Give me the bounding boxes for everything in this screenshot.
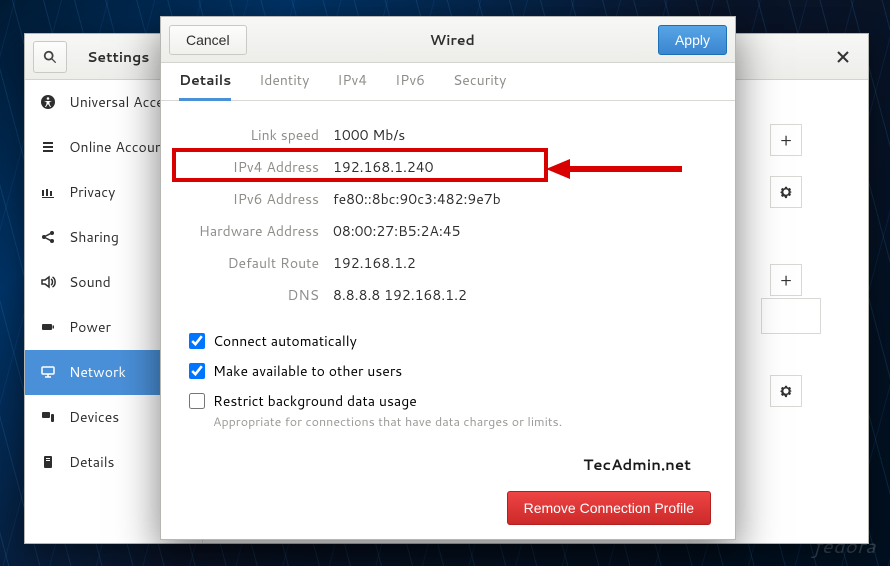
- speaker-icon: [39, 273, 57, 291]
- sidebar-item-label: Network: [69, 362, 126, 382]
- close-button[interactable]: [824, 38, 862, 76]
- checkbox-input[interactable]: [189, 333, 205, 349]
- detail-row-link-speed: Link speed 1000 Mb/s: [189, 119, 707, 151]
- checkbox-label: Restrict background data usage: [213, 391, 562, 411]
- devices-icon: [39, 408, 57, 426]
- checkbox-sublabel: Appropriate for connections that have da…: [213, 413, 562, 431]
- detail-row-ipv6-address: IPv6 Address fe80::8bc:90c3:482:9e7b: [189, 183, 707, 215]
- search-button[interactable]: [33, 41, 67, 73]
- tab-details[interactable]: Details: [179, 70, 231, 101]
- detail-label: IPv4 Address: [189, 157, 319, 177]
- gear-icon: [779, 185, 793, 199]
- tab-ipv6[interactable]: IPv6: [395, 70, 425, 100]
- sidebar-item-label: Sound: [69, 272, 111, 292]
- dialog-tabs: Details Identity IPv4 IPv6 Security: [161, 63, 735, 101]
- dialog-title: Wired: [430, 30, 475, 50]
- gear-icon: [779, 384, 793, 398]
- detail-label: Default Route: [189, 253, 319, 273]
- detail-row-ipv4-address: IPv4 Address 192.168.1.240: [189, 151, 707, 183]
- tab-security[interactable]: Security: [453, 70, 506, 100]
- detail-row-hardware-address: Hardware Address 08:00:27:B5:2A:45: [189, 215, 707, 247]
- sidebar-item-label: Privacy: [69, 182, 115, 202]
- detail-label: Hardware Address: [189, 221, 319, 241]
- connection-card-fragment: [761, 298, 821, 334]
- detail-row-default-route: Default Route 192.168.1.2: [189, 247, 707, 279]
- checkbox-restrict-background-data[interactable]: Restrict background data usage Appropria…: [189, 391, 707, 431]
- detail-row-dns: DNS 8.8.8.8 192.168.1.2: [189, 279, 707, 311]
- detail-label: IPv6 Address: [189, 189, 319, 209]
- info-icon: [39, 453, 57, 471]
- accessibility-icon: [39, 93, 57, 111]
- sidebar-item-label: Sharing: [69, 227, 119, 247]
- detail-value: 1000 Mb/s: [333, 125, 405, 145]
- connection-settings-button[interactable]: [770, 176, 802, 208]
- add-connection-button[interactable]: +: [770, 124, 802, 156]
- share-icon: [39, 228, 57, 246]
- accounts-icon: [39, 138, 57, 156]
- detail-label: DNS: [189, 285, 319, 305]
- search-icon: [43, 50, 57, 64]
- privacy-icon: [39, 183, 57, 201]
- detail-value: fe80::8bc:90c3:482:9e7b: [333, 189, 501, 209]
- sidebar-item-label: Details: [69, 452, 115, 472]
- dialog-titlebar: Cancel Wired Apply: [161, 17, 735, 63]
- tab-ipv4[interactable]: IPv4: [337, 70, 367, 100]
- remove-connection-button[interactable]: Remove Connection Profile: [507, 491, 711, 525]
- tab-identity[interactable]: Identity: [259, 70, 309, 100]
- checkbox-input[interactable]: [189, 393, 205, 409]
- settings-title: Settings: [87, 47, 149, 67]
- detail-value: 8.8.8.8 192.168.1.2: [333, 285, 467, 305]
- checkbox-input[interactable]: [189, 363, 205, 379]
- detail-label: Link speed: [189, 125, 319, 145]
- apply-button[interactable]: Apply: [658, 25, 727, 55]
- source-watermark: TecAdmin.net: [583, 454, 691, 475]
- connection-dialog: Cancel Wired Apply Details Identity IPv4…: [160, 16, 736, 540]
- checkbox-connect-automatically[interactable]: Connect automatically: [189, 331, 707, 351]
- sidebar-item-label: Devices: [69, 407, 119, 427]
- checkbox-label: Connect automatically: [213, 331, 357, 351]
- close-icon: [836, 50, 850, 64]
- cancel-button[interactable]: Cancel: [169, 25, 247, 55]
- network-icon: [39, 363, 57, 381]
- detail-value: 192.168.1.2: [333, 253, 416, 273]
- dialog-body: Link speed 1000 Mb/s IPv4 Address 192.16…: [161, 101, 735, 539]
- detail-value: 192.168.1.240: [333, 157, 434, 177]
- sidebar-item-label: Power: [69, 317, 111, 337]
- detail-value: 08:00:27:B5:2A:45: [333, 221, 461, 241]
- checkbox-label: Make available to other users: [213, 361, 402, 381]
- power-icon: [39, 318, 57, 336]
- add-connection-button-2[interactable]: +: [770, 264, 802, 296]
- checkbox-available-other-users[interactable]: Make available to other users: [189, 361, 707, 381]
- connection-settings-button-2[interactable]: [770, 375, 802, 407]
